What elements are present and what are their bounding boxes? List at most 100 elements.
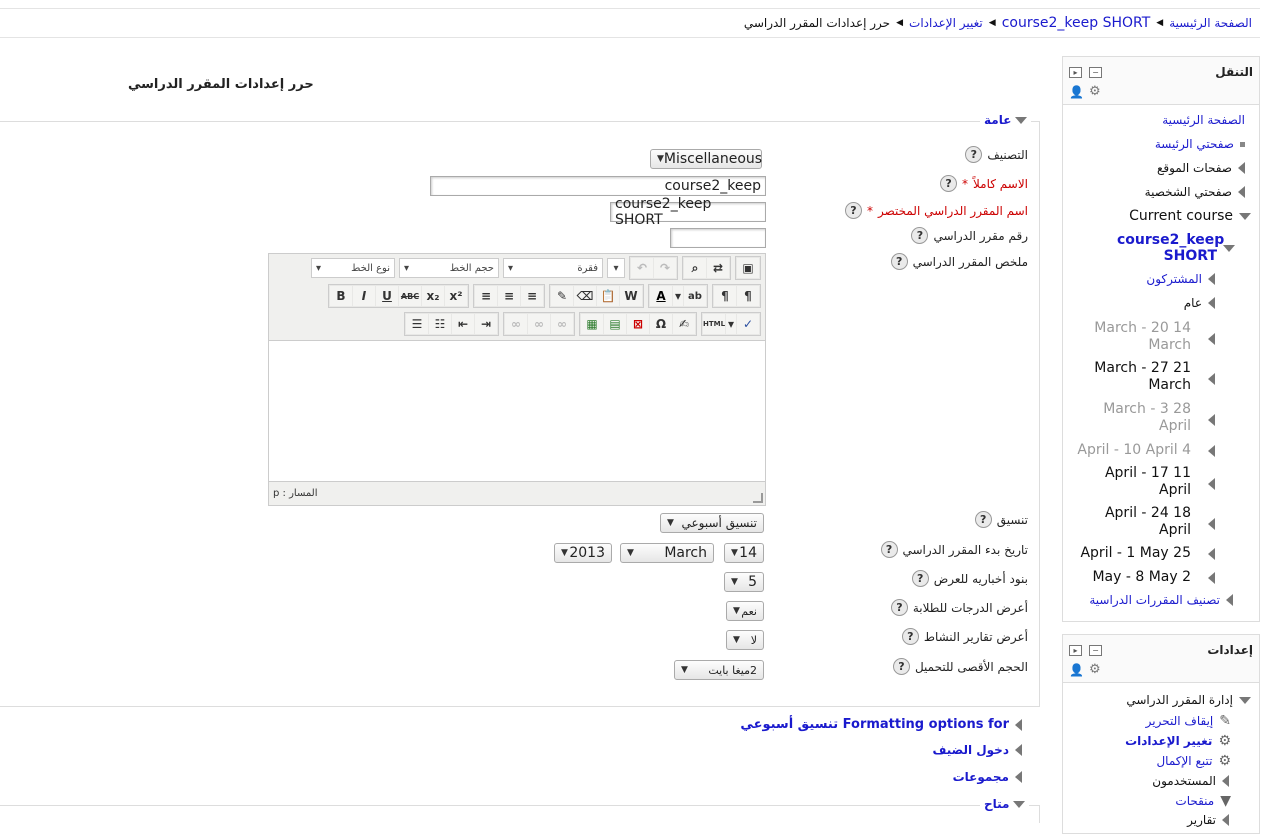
settings-reports[interactable]: تقارير: [1187, 813, 1229, 827]
style-select[interactable]: ▾: [607, 258, 625, 278]
section-formatting-toggle[interactable]: Formatting options for تنسيق أسبوعي: [740, 717, 1022, 732]
unlink-icon[interactable]: ∞: [528, 314, 550, 334]
help-icon[interactable]: ?: [880, 541, 898, 558]
special-char-icon[interactable]: Ω: [650, 314, 672, 334]
media-icon[interactable]: ▤: [604, 314, 626, 334]
help-icon[interactable]: ?: [901, 628, 919, 645]
highlight-color-icon[interactable]: ab: [684, 286, 706, 306]
settings-completion-tracking[interactable]: ⚙ تتبع الإكمال: [1156, 753, 1231, 769]
help-icon[interactable]: ?: [890, 253, 908, 270]
help-icon[interactable]: ?: [890, 599, 908, 616]
text-color-icon[interactable]: A: [650, 286, 672, 306]
gear-icon[interactable]: ⚙: [1089, 84, 1101, 99]
bold-icon[interactable]: B: [330, 286, 352, 306]
chevron-down-icon[interactable]: ▾: [673, 286, 683, 306]
maxbytes-select[interactable]: 2ميغا بايت ▼: [674, 660, 764, 680]
collapse-block-icon[interactable]: −: [1089, 67, 1102, 78]
align-left-icon[interactable]: ≡: [475, 286, 497, 306]
chevron-down-icon[interactable]: ▾: [726, 314, 736, 334]
breadcrumb-course[interactable]: course2_keep SHORT: [1002, 15, 1151, 31]
format-select[interactable]: تنسيق أسبوعي ▼: [660, 513, 764, 533]
ltr-icon[interactable]: ¶: [714, 286, 736, 306]
replace-icon[interactable]: ⇄: [707, 258, 729, 278]
html-source-icon[interactable]: HTML: [703, 314, 725, 334]
showgrades-select[interactable]: نعم ▼: [726, 601, 764, 621]
collapse-block-icon[interactable]: −: [1089, 645, 1102, 656]
subscript-icon[interactable]: x₂: [422, 286, 444, 306]
startdate-month-select[interactable]: ▼ March: [620, 543, 714, 563]
cleanup-icon[interactable]: ✎: [551, 286, 573, 306]
newsitems-select[interactable]: ▼ 5: [724, 572, 764, 592]
help-icon[interactable]: ?: [974, 511, 992, 528]
nav-course[interactable]: course2_keep SHORT: [1117, 232, 1235, 264]
nav-home[interactable]: الصفحة الرئيسية: [1162, 113, 1245, 127]
search-icon[interactable]: ⌕: [684, 258, 706, 278]
nav-courses[interactable]: تصنيف المقررات الدراسية: [1089, 593, 1233, 607]
nav-current-course[interactable]: Current course: [1129, 208, 1251, 224]
settings-filters[interactable]: ▼ منقحات: [1175, 793, 1231, 809]
link-icon[interactable]: ∞: [505, 314, 527, 334]
help-icon[interactable]: ?: [892, 658, 910, 675]
nav-week[interactable]: March - 20 14 March: [1094, 320, 1191, 354]
nav-week[interactable]: May - 8 May 2: [1092, 569, 1191, 586]
anchor-icon[interactable]: ∞: [551, 314, 573, 334]
nav-week[interactable]: April - 24 18 April: [1105, 505, 1191, 539]
superscript-icon[interactable]: x²: [445, 286, 467, 306]
dock-icon[interactable]: ▸: [1069, 67, 1082, 78]
showreports-select[interactable]: لا ▼: [726, 630, 764, 650]
underline-icon[interactable]: U: [376, 286, 398, 306]
section-guest-toggle[interactable]: دخول الضيف: [932, 743, 1022, 757]
edit-table-icon[interactable]: ✍: [673, 314, 695, 334]
outdent-icon[interactable]: ⇤: [452, 314, 474, 334]
breadcrumb-edit-settings[interactable]: تغيير الإعدادات: [909, 16, 983, 30]
settings-turn-editing-off[interactable]: ✎ إيقاف التحرير: [1146, 713, 1231, 729]
eraser-icon[interactable]: ⌫: [574, 286, 596, 306]
add-user-icon[interactable]: 👤: [1069, 85, 1084, 99]
idnumber-input[interactable]: [670, 228, 766, 248]
rtl-icon[interactable]: ¶: [737, 286, 759, 306]
section-general-toggle[interactable]: عامة: [980, 113, 1032, 127]
paste-text-icon[interactable]: 📋: [597, 286, 619, 306]
help-icon[interactable]: ?: [911, 227, 929, 244]
settings-users[interactable]: المستخدمون: [1152, 774, 1229, 788]
help-icon[interactable]: ?: [911, 570, 929, 587]
undo-icon[interactable]: ↶: [631, 258, 653, 278]
bullet-list-icon[interactable]: ☰: [406, 314, 428, 334]
spellcheck-icon[interactable]: ✓: [737, 314, 759, 334]
dock-icon[interactable]: ▸: [1069, 645, 1082, 656]
paste-word-icon[interactable]: W: [620, 286, 642, 306]
nav-week[interactable]: March - 27 21 March: [1094, 360, 1191, 394]
startdate-day-select[interactable]: ▼ 14: [724, 543, 764, 563]
settings-edit-settings[interactable]: ⚙ تغيير الإعدادات: [1125, 733, 1231, 749]
font-size-select[interactable]: حجم الخط ▾: [399, 258, 499, 278]
nav-participants[interactable]: المشتركون: [1146, 272, 1215, 286]
nav-week[interactable]: April - 17 11 April: [1105, 465, 1191, 499]
nolink-icon[interactable]: ⊠: [627, 314, 649, 334]
align-right-icon[interactable]: ≡: [521, 286, 543, 306]
indent-icon[interactable]: ⇥: [475, 314, 497, 334]
redo-icon[interactable]: ↷: [654, 258, 676, 278]
category-select[interactable]: ▼ Miscellaneous: [650, 149, 762, 169]
nav-week[interactable]: April - 10 April 4: [1077, 442, 1191, 459]
gear-icon[interactable]: ⚙: [1089, 662, 1101, 677]
strikethrough-icon[interactable]: ABC: [399, 286, 421, 306]
nav-site-pages[interactable]: صفحات الموقع: [1157, 161, 1245, 175]
image-icon[interactable]: ▦: [581, 314, 603, 334]
numbered-list-icon[interactable]: ☷: [429, 314, 451, 334]
editor-content-area[interactable]: [269, 340, 765, 482]
section-availability-toggle[interactable]: متاح: [980, 797, 1030, 811]
nav-general[interactable]: عام: [1184, 296, 1215, 310]
font-family-select[interactable]: نوع الخط ▾: [311, 258, 395, 278]
resize-handle-icon[interactable]: [753, 493, 763, 503]
breadcrumb-home[interactable]: الصفحة الرئيسية: [1169, 16, 1252, 30]
nav-my-home[interactable]: صفحتي الرئيسة: [1155, 137, 1245, 151]
help-icon[interactable]: ?: [844, 202, 862, 219]
align-center-icon[interactable]: ≡: [498, 286, 520, 306]
italic-icon[interactable]: I: [353, 286, 375, 306]
help-icon[interactable]: ?: [965, 146, 983, 163]
settings-course-admin[interactable]: إدارة المقرر الدراسي: [1126, 693, 1251, 707]
shortname-input[interactable]: course2_keep SHORT: [610, 196, 766, 228]
help-icon[interactable]: ?: [940, 175, 957, 192]
nav-week[interactable]: April - 1 May 25: [1080, 545, 1191, 562]
startdate-year-select[interactable]: ▼ 2013: [554, 543, 612, 563]
